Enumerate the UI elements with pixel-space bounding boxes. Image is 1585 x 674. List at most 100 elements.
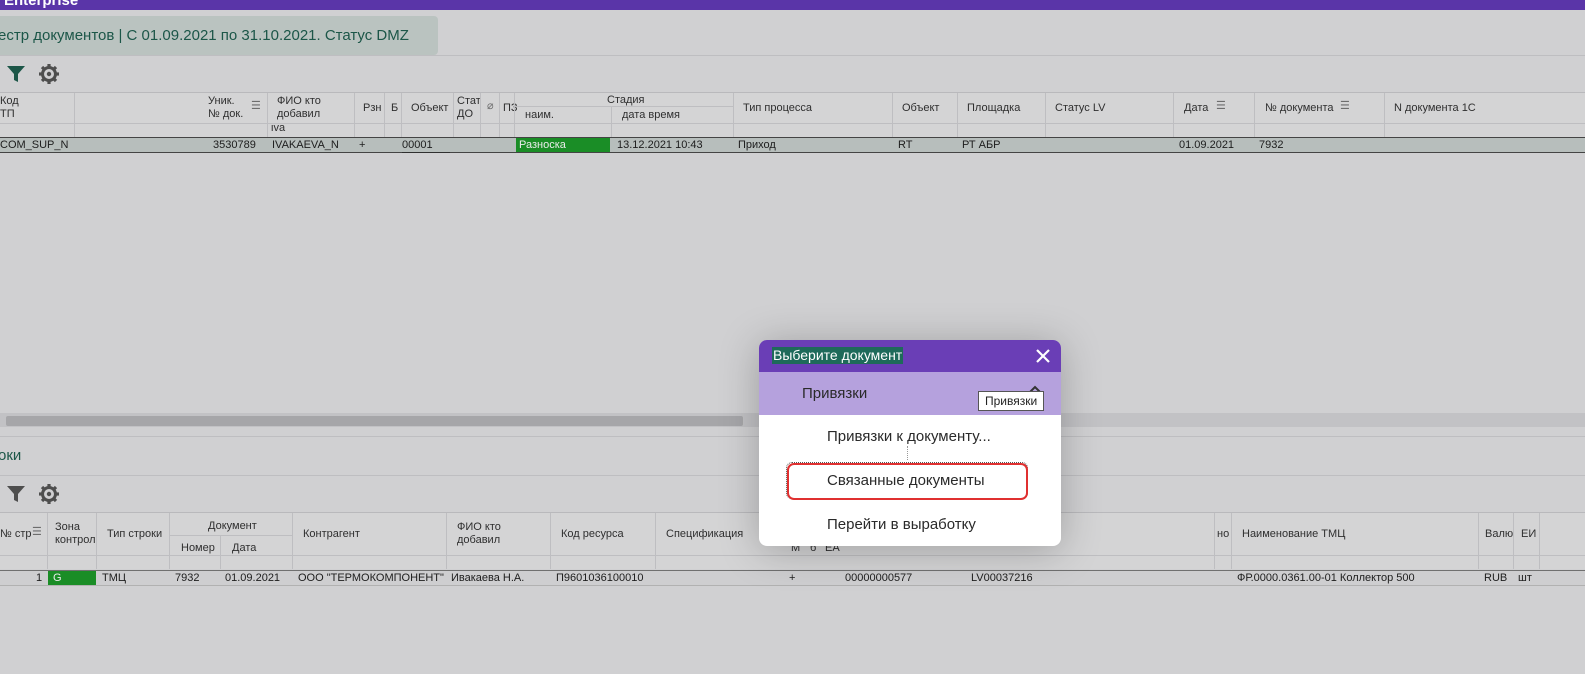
col-stage-name[interactable]: наим. bbox=[525, 109, 554, 122]
col-spec[interactable]: Спецификация bbox=[666, 528, 743, 541]
table-row[interactable]: COM_SUP_N 3530789 IVAKAEVA_N + 00001 Раз… bbox=[0, 137, 1585, 153]
app-title: Enterprise bbox=[4, 0, 79, 9]
col-sep bbox=[550, 513, 551, 569]
col-item-name[interactable]: Наименование ТМЦ bbox=[1242, 528, 1345, 541]
col-date[interactable]: Дата bbox=[1184, 102, 1208, 115]
sort-icon[interactable]: ☰ bbox=[1216, 100, 1226, 113]
col-rzn[interactable]: Рзн bbox=[363, 102, 381, 115]
col-status-lv[interactable]: Статус LV bbox=[1055, 102, 1105, 115]
cell-process-type: Приход bbox=[738, 139, 776, 151]
col-unik[interactable]: Уник. bbox=[208, 95, 235, 108]
col-document[interactable]: Документ bbox=[208, 520, 257, 533]
col-sep bbox=[292, 513, 293, 569]
cell-item-name: ФР.0000.0361.00-01 Коллектор 500 bbox=[1237, 572, 1415, 584]
col-sep bbox=[514, 93, 515, 137]
sort-icon[interactable]: ☰ bbox=[251, 100, 261, 113]
col-sep bbox=[1513, 513, 1514, 569]
cell-counterparty: ООО "ТЕРМОКОМПОНЕНТ" bbox=[298, 572, 444, 584]
cell-unik: 3530789 bbox=[213, 139, 256, 151]
cell-resource-code: П9601036100010 bbox=[556, 572, 644, 584]
col-sep bbox=[74, 93, 75, 137]
col-kod[interactable]: Код bbox=[0, 95, 19, 108]
cell-plus: + bbox=[789, 572, 796, 584]
col-nom[interactable]: но bbox=[1217, 528, 1229, 541]
col-unik-2: № док. bbox=[208, 108, 244, 120]
col-sep bbox=[169, 513, 170, 569]
cell-kod: COM_SUP_N bbox=[0, 139, 69, 151]
cell-object-2: RT bbox=[898, 139, 913, 151]
col-doc-date[interactable]: Дата bbox=[232, 542, 256, 555]
filter-icon[interactable] bbox=[5, 483, 27, 505]
col-sep bbox=[401, 93, 402, 137]
attachment-icon[interactable]: ⌀ bbox=[487, 100, 494, 113]
col-tp[interactable]: ТП bbox=[0, 108, 15, 121]
doc-divider bbox=[169, 535, 292, 536]
sort-icon[interactable]: ☰ bbox=[1340, 100, 1350, 113]
group-bindings-label: Привязки bbox=[802, 385, 868, 402]
col-zone[interactable]: Зона bbox=[55, 521, 80, 534]
registry-tab-label: естр документов | С 01.09.2021 по 31.10.… bbox=[0, 27, 409, 44]
tooltip: Привязки bbox=[978, 391, 1045, 411]
col-sep bbox=[892, 93, 893, 137]
filter-row-divider bbox=[0, 555, 1585, 556]
menu-item-go-to-output[interactable]: Перейти в выработку bbox=[827, 516, 976, 533]
menu-item-document-bindings[interactable]: Привязки к документу... bbox=[827, 428, 991, 445]
col-stage-datetime[interactable]: дата время bbox=[622, 109, 680, 122]
col-pz[interactable]: ПЗ bbox=[503, 102, 518, 115]
col-object[interactable]: Объект bbox=[411, 102, 448, 115]
col-process-type[interactable]: Тип процесса bbox=[743, 102, 812, 115]
col-sep bbox=[47, 513, 48, 569]
col-line-number[interactable]: № стр bbox=[0, 528, 32, 541]
col-sep bbox=[267, 93, 268, 137]
cell-rzn: + bbox=[359, 139, 366, 151]
col-sep bbox=[1214, 513, 1215, 569]
cell-doc-number: 7932 bbox=[1259, 139, 1284, 151]
filter-row-divider bbox=[0, 123, 1585, 124]
col-fio[interactable]: ФИО кто bbox=[277, 95, 321, 108]
cell-site: РТ АБР bbox=[962, 139, 1001, 151]
col-object-2[interactable]: Объект bbox=[902, 102, 939, 115]
col-doc-1c[interactable]: N документа 1С bbox=[1394, 102, 1476, 115]
col-line-type[interactable]: Тип строки bbox=[107, 528, 162, 541]
registry-tab[interactable]: естр документов | С 01.09.2021 по 31.10.… bbox=[0, 16, 438, 55]
col-sep bbox=[384, 93, 385, 137]
sort-icon[interactable]: ☰ bbox=[32, 526, 42, 539]
divider bbox=[0, 55, 1585, 56]
col-resource-code[interactable]: Код ресурса bbox=[561, 528, 624, 541]
col-sep bbox=[1254, 93, 1255, 137]
col-site[interactable]: Площадка bbox=[967, 102, 1020, 115]
col-b[interactable]: Б bbox=[391, 102, 398, 115]
col-sep bbox=[220, 535, 221, 569]
gear-icon[interactable] bbox=[38, 63, 60, 85]
gear-icon[interactable] bbox=[38, 483, 60, 505]
stage-divider bbox=[514, 106, 733, 107]
table-row[interactable]: 1 G ТМЦ 7932 01.09.2021 ООО "ТЕРМОКОМПОН… bbox=[0, 570, 1585, 586]
col-sep bbox=[957, 93, 958, 137]
filter-icon[interactable] bbox=[5, 63, 27, 85]
cell-line-type: ТМЦ bbox=[102, 572, 127, 584]
cell-added-by: Ивакаева Н.А. bbox=[451, 572, 525, 584]
col-sep bbox=[354, 93, 355, 137]
col-status-do-2: ДО bbox=[457, 108, 474, 120]
col-sep bbox=[499, 93, 500, 137]
col-doc-number[interactable]: № документа bbox=[1265, 102, 1334, 115]
col-counterparty[interactable]: Контрагент bbox=[303, 528, 360, 541]
cell-object-link[interactable]: 00001 bbox=[402, 138, 450, 153]
close-icon[interactable] bbox=[1033, 346, 1053, 366]
col-sep bbox=[1478, 513, 1479, 569]
cell-lv: LV00037216 bbox=[971, 572, 1033, 584]
cell-stage-datetime: 13.12.2021 10:43 bbox=[617, 139, 703, 151]
col-sep bbox=[655, 513, 656, 569]
col-doc-number[interactable]: Номер bbox=[181, 542, 215, 555]
app-top-bar: Enterprise bbox=[0, 0, 1585, 10]
cell-currency: RUB bbox=[1484, 572, 1508, 584]
col-currency[interactable]: Валю bbox=[1485, 528, 1513, 541]
cell-code: 00000000577 bbox=[845, 572, 913, 584]
scrollbar-thumb[interactable] bbox=[6, 416, 743, 426]
col-added-by[interactable]: ФИО кто bbox=[457, 521, 501, 534]
col-unit[interactable]: ЕИ bbox=[1521, 528, 1536, 541]
col-status-do[interactable]: Стат bbox=[457, 95, 481, 108]
menu-item-related-documents[interactable]: Связанные документы bbox=[827, 472, 985, 489]
cell-line-number: 1 bbox=[36, 572, 43, 584]
col-sep bbox=[611, 107, 612, 137]
